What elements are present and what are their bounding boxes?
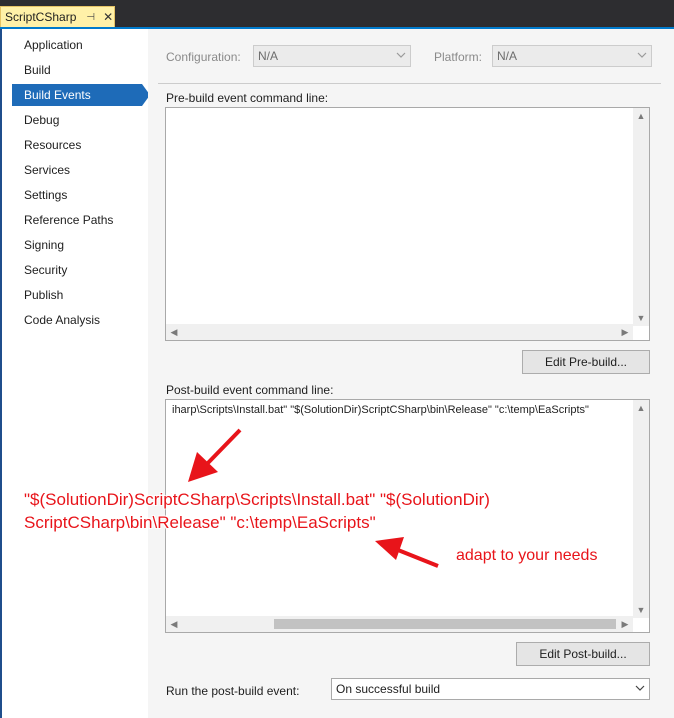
nav-item-services[interactable]: Services	[12, 159, 140, 181]
header-separator	[158, 83, 661, 84]
postbuild-command-text: iharp\Scripts\Install.bat" "$(SolutionDi…	[172, 404, 589, 416]
scroll-up-icon[interactable]: ▲	[633, 108, 649, 124]
nav-item-application[interactable]: Application	[12, 34, 140, 56]
nav-item-build-events[interactable]: Build Events	[12, 84, 150, 106]
close-icon[interactable]: ✕	[103, 10, 113, 24]
configuration-label: Configuration:	[166, 50, 241, 64]
nav-item-resources[interactable]: Resources	[12, 134, 140, 156]
platform-value: N/A	[497, 49, 518, 63]
run-postbuild-value: On successful build	[336, 682, 441, 696]
nav-item-publish[interactable]: Publish	[12, 284, 140, 306]
run-postbuild-label: Run the post-build event:	[166, 684, 300, 698]
configuration-value: N/A	[258, 49, 279, 63]
scroll-right-icon[interactable]: ▶	[617, 616, 633, 632]
nav-item-code-analysis[interactable]: Code Analysis	[12, 309, 140, 331]
prebuild-command-textarea[interactable]: ▲ ▼ ◀ ▶	[165, 107, 650, 341]
postbuild-label: Post-build event command line:	[166, 383, 334, 397]
scroll-left-icon[interactable]: ◀	[166, 616, 182, 632]
document-tab-title: ScriptCSharp	[5, 10, 77, 24]
prebuild-label: Pre-build event command line:	[166, 91, 329, 105]
platform-select: N/A	[492, 45, 652, 67]
nav-item-reference-paths[interactable]: Reference Paths	[12, 209, 140, 231]
build-events-panel: Configuration: N/A Platform: N/A Pre-bui…	[148, 29, 674, 718]
nav-item-signing[interactable]: Signing	[12, 234, 140, 256]
postbuild-vertical-scrollbar[interactable]: ▲ ▼	[633, 400, 649, 618]
pin-icon[interactable]: ⊣	[86, 12, 95, 23]
chevron-down-icon	[396, 52, 406, 58]
scroll-down-icon[interactable]: ▼	[633, 310, 649, 326]
nav-item-debug[interactable]: Debug	[12, 109, 140, 131]
edit-postbuild-button[interactable]: Edit Post-build...	[516, 642, 650, 666]
project-properties-nav: Application Build Build Events Debug Res…	[0, 29, 150, 718]
postbuild-horizontal-scrollbar[interactable]: ◀ ▶	[166, 616, 633, 632]
scroll-down-icon[interactable]: ▼	[633, 602, 649, 618]
scroll-left-icon[interactable]: ◀	[166, 324, 182, 340]
edit-prebuild-button[interactable]: Edit Pre-build...	[522, 350, 650, 374]
nav-item-settings[interactable]: Settings	[12, 184, 140, 206]
prebuild-horizontal-scrollbar[interactable]: ◀ ▶	[166, 324, 633, 340]
annotation-command-line-1: "$(SolutionDir)ScriptCSharp\Scripts\Inst…	[24, 490, 490, 509]
postbuild-scroll-thumb[interactable]	[274, 619, 616, 629]
platform-label: Platform:	[434, 50, 483, 64]
document-tab-bar: ScriptCSharp ⊣ ✕	[0, 0, 674, 29]
nav-item-security[interactable]: Security	[12, 259, 140, 281]
nav-item-build[interactable]: Build	[12, 59, 140, 81]
scroll-right-icon[interactable]: ▶	[617, 324, 633, 340]
scroll-up-icon[interactable]: ▲	[633, 400, 649, 416]
prebuild-vertical-scrollbar[interactable]: ▲ ▼	[633, 108, 649, 326]
run-postbuild-select[interactable]: On successful build	[331, 678, 650, 700]
configuration-select: N/A	[253, 45, 411, 67]
document-tab[interactable]: ScriptCSharp ⊣ ✕	[0, 6, 115, 27]
chevron-down-icon	[635, 685, 645, 691]
chevron-down-icon	[637, 52, 647, 58]
annotation-hint: adapt to your needs	[456, 547, 598, 564]
annotation-command-line-2: ScriptCSharp\bin\Release" "c:\temp\EaScr…	[24, 513, 376, 532]
